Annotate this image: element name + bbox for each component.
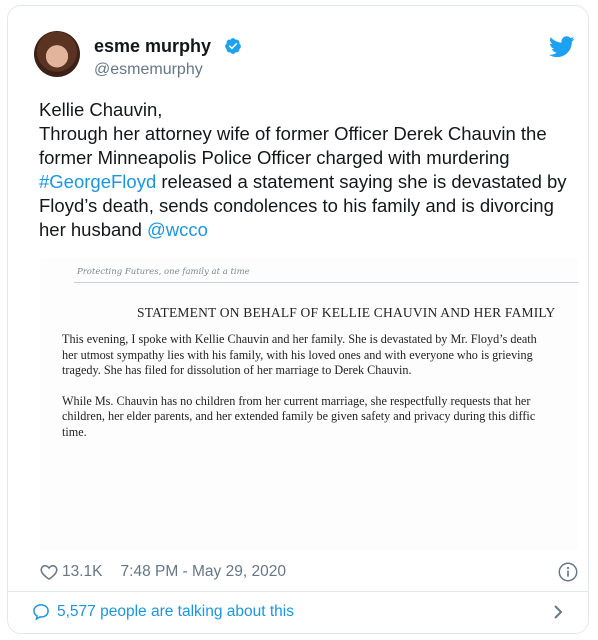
statement-paragraph-1: This evening, I spoke with Kellie Chauvi… [62,332,578,379]
statement-title: STATEMENT ON BEHALF OF KELLIE CHAUVIN AN… [137,305,556,320]
statement-line: This evening, I spoke with Kellie Chauvi… [62,332,537,346]
tweet-body: Through her attorney wife of former Offi… [39,122,584,242]
tweet-line-1: Kellie Chauvin, [39,99,163,120]
verified-icon [225,38,241,54]
statement-line: tragedy. She has filed for dissolution o… [62,363,412,377]
hashtag-link[interactable]: #GeorgeFloyd [39,171,156,192]
section-divider [8,591,588,592]
conversation-label[interactable]: 5,577 people are talking about this [57,603,294,621]
display-name[interactable]: esme murphy [94,36,211,57]
chevron-right-icon[interactable] [551,604,565,620]
info-icon[interactable] [557,561,579,583]
tweet-text: Kellie Chauvin, Through her attorney wif… [39,98,584,242]
statement-line: While Ms. Chauvin has no children from h… [62,393,531,408]
user-handle[interactable]: @esmemurphy [94,61,203,79]
speech-bubble-icon [33,604,49,621]
tweet-card: esme murphy @esmemurphy Kellie Chauvin, … [7,5,589,634]
letterhead-tagline: Protecting Futures, one family at a time [77,267,250,277]
statement-line: children, her elder parents, and her ext… [62,409,536,423]
letterhead-divider [74,282,578,283]
attached-statement-image[interactable]: Protecting Futures, one family at a time… [40,258,578,551]
tweet-meta: 13.1K 7:48 PM - May 29, 2020 [39,561,579,583]
tweet-body-part1: Through her attorney wife of former Offi… [39,123,547,168]
heart-icon[interactable] [39,562,59,582]
mention-link[interactable]: @wcco [147,219,208,240]
avatar[interactable] [34,31,80,77]
conversation-link[interactable]: 5,577 people are talking about this [31,601,571,623]
twitter-bird-icon[interactable] [549,36,575,58]
statement-line: time. [62,424,87,439]
statement-paragraph-2: While Ms. Chauvin has no children from h… [62,394,578,441]
like-count[interactable]: 13.1K [62,563,103,581]
statement-body: This evening, I spoke with Kellie Chauvi… [62,332,578,455]
statement-line: her utmost sympathy lies with his family… [62,347,533,362]
timestamp[interactable]: 7:48 PM - May 29, 2020 [121,563,286,581]
